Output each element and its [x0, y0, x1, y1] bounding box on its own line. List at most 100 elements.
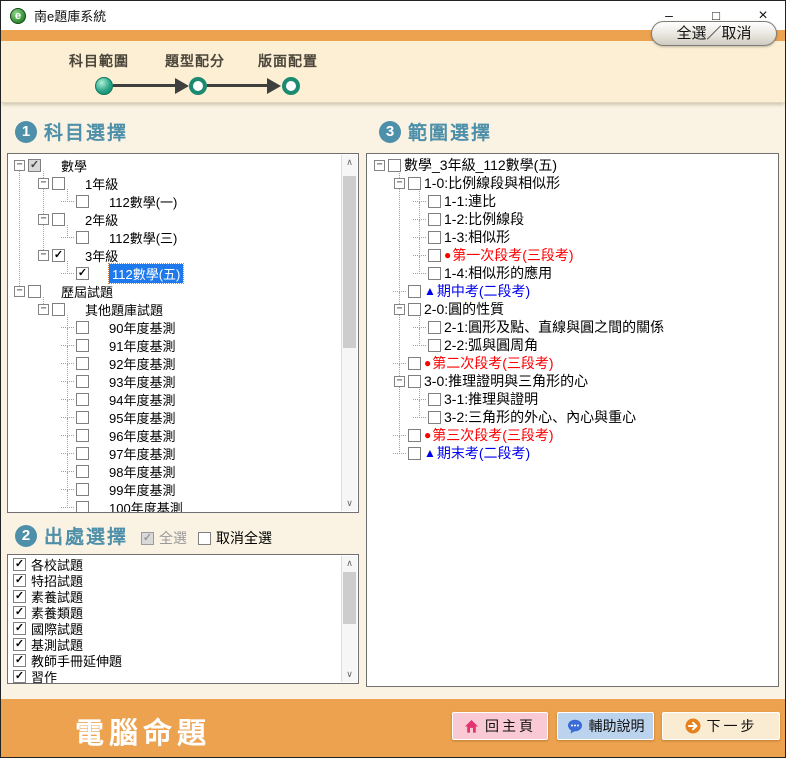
- tree-node-label[interactable]: 91年度基測: [109, 336, 175, 355]
- tree-node-label[interactable]: 2-2:弧與圓周角: [444, 335, 538, 355]
- tree-node[interactable]: −2-0:圓的性質: [367, 300, 778, 318]
- tree-node-checkbox[interactable]: [76, 231, 89, 244]
- tree-node-checkbox[interactable]: [52, 177, 65, 190]
- tree-node-label[interactable]: 112數學(五): [109, 264, 183, 283]
- tree-node-checkbox[interactable]: [76, 411, 89, 424]
- tree-node-text[interactable]: 第三次段考(三段考): [432, 425, 553, 445]
- scroll-down-icon[interactable]: ∨: [342, 496, 357, 511]
- tree-node-text[interactable]: 1年級: [85, 174, 118, 193]
- tree-node-checkbox[interactable]: [428, 195, 441, 208]
- tree-node-text[interactable]: 1-4:相似形的應用: [444, 263, 552, 283]
- tree-node-label[interactable]: ●第三次段考(三段考): [424, 425, 554, 445]
- tree-node[interactable]: 99年度基測: [8, 480, 341, 498]
- tree-node-label[interactable]: 數學: [61, 156, 87, 175]
- tree-node-checkbox[interactable]: [76, 465, 89, 478]
- expand-collapse-icon[interactable]: −: [38, 250, 49, 261]
- tree-node-label[interactable]: 98年度基測: [109, 462, 175, 481]
- tree-node-label[interactable]: 1年級: [85, 174, 118, 193]
- tree-node-label[interactable]: 95年度基測: [109, 408, 175, 427]
- tree-node-checkbox[interactable]: [428, 321, 441, 334]
- tree-node[interactable]: 96年度基測: [8, 426, 341, 444]
- expand-collapse-icon[interactable]: −: [38, 304, 49, 315]
- tree-node-checkbox[interactable]: [428, 393, 441, 406]
- source-item-checkbox[interactable]: ✓: [13, 670, 26, 683]
- tree-node[interactable]: 112數學(一): [8, 192, 341, 210]
- tree-node-label[interactable]: ▲期中考(二段考): [424, 281, 530, 301]
- tree-node[interactable]: 1-3:相似形: [367, 228, 778, 246]
- tree-node-checkbox[interactable]: [408, 177, 421, 190]
- tree-node-checkbox[interactable]: [388, 159, 401, 172]
- tree-node[interactable]: −3-0:推理證明與三角形的心: [367, 372, 778, 390]
- tree-node-checkbox[interactable]: [408, 447, 421, 460]
- tree-node[interactable]: 90年度基測: [8, 318, 341, 336]
- tree-node-text[interactable]: 歷屆試題: [61, 282, 113, 301]
- tree-node-label[interactable]: 94年度基測: [109, 390, 175, 409]
- tree-node[interactable]: 3-1:推理與證明: [367, 390, 778, 408]
- expand-collapse-icon[interactable]: −: [394, 304, 405, 315]
- tree-node[interactable]: 92年度基測: [8, 354, 341, 372]
- tree-node-checkbox[interactable]: [28, 285, 41, 298]
- tree-node[interactable]: ▲期中考(二段考): [367, 282, 778, 300]
- tree-node-checkbox[interactable]: [76, 447, 89, 460]
- tree-node-text[interactable]: 3-2:三角形的外心、內心與重心: [444, 407, 636, 427]
- tree-node[interactable]: 3-2:三角形的外心、內心與重心: [367, 408, 778, 426]
- tree-node-text[interactable]: 3年級: [85, 246, 118, 265]
- tree-node-checkbox[interactable]: [52, 303, 65, 316]
- tree-node-label[interactable]: 1-0:比例線段與相似形: [424, 173, 560, 193]
- tree-node-checkbox[interactable]: [408, 303, 421, 316]
- tree-node-label[interactable]: 3年級: [85, 246, 118, 265]
- tree-node-text[interactable]: 數學: [61, 156, 87, 175]
- tree-node[interactable]: 97年度基測: [8, 444, 341, 462]
- tree-node-text[interactable]: 期中考(二段考): [437, 281, 530, 301]
- tree-node-text[interactable]: 98年度基測: [109, 462, 175, 481]
- tree-node[interactable]: 94年度基測: [8, 390, 341, 408]
- subject-tree-scrollbar[interactable]: ∧ ∨: [341, 155, 357, 511]
- deselect-all-option[interactable]: 取消全選: [196, 528, 272, 548]
- tree-node-checkbox[interactable]: [76, 339, 89, 352]
- tree-node[interactable]: 91年度基測: [8, 336, 341, 354]
- tree-node-label[interactable]: 歷屆試題: [61, 282, 113, 301]
- tree-node[interactable]: −1-0:比例線段與相似形: [367, 174, 778, 192]
- tree-node-checkbox[interactable]: [428, 213, 441, 226]
- source-item-checkbox[interactable]: ✓: [13, 606, 26, 619]
- tree-node-label[interactable]: 3-0:推理證明與三角形的心: [424, 371, 588, 391]
- tree-node-label[interactable]: 1-2:比例線段: [444, 209, 524, 229]
- tree-node[interactable]: −數學_3年級_112數學(五): [367, 156, 778, 174]
- home-button[interactable]: 回主頁: [452, 712, 548, 740]
- tree-node-text[interactable]: 112數學(一): [109, 192, 177, 211]
- source-item-checkbox[interactable]: ✓: [13, 558, 26, 571]
- tree-node-checkbox[interactable]: [76, 483, 89, 496]
- source-item-checkbox[interactable]: ✓: [13, 622, 26, 635]
- tree-node[interactable]: 98年度基測: [8, 462, 341, 480]
- tree-node-text[interactable]: 99年度基測: [109, 480, 175, 499]
- source-list-item[interactable]: ✓習作: [8, 668, 341, 683]
- tree-node-checkbox[interactable]: [408, 357, 421, 370]
- tree-node[interactable]: −1年級: [8, 174, 341, 192]
- tree-node-checkbox[interactable]: ✓: [28, 159, 41, 172]
- deselect-all-checkbox[interactable]: [198, 532, 211, 545]
- scroll-up-icon[interactable]: ∧: [342, 155, 357, 170]
- tree-node-text[interactable]: 1-2:比例線段: [444, 209, 524, 229]
- tree-node-label[interactable]: 97年度基測: [109, 444, 175, 463]
- source-item-checkbox[interactable]: ✓: [13, 590, 26, 603]
- tree-node[interactable]: ●第二次段考(三段考): [367, 354, 778, 372]
- tree-node-label[interactable]: 2-1:圓形及點、直線與圓之間的關係: [444, 317, 664, 337]
- tree-node[interactable]: 95年度基測: [8, 408, 341, 426]
- tree-node-text[interactable]: 96年度基測: [109, 426, 175, 445]
- tree-node-text[interactable]: 數學_3年級_112數學(五): [404, 155, 557, 175]
- tree-node-label[interactable]: 90年度基測: [109, 318, 175, 337]
- tree-node[interactable]: −歷屆試題: [8, 282, 341, 300]
- tree-node[interactable]: 112數學(三): [8, 228, 341, 246]
- tree-node[interactable]: 1-4:相似形的應用: [367, 264, 778, 282]
- tree-node-text[interactable]: 92年度基測: [109, 354, 175, 373]
- tree-node-checkbox[interactable]: [428, 411, 441, 424]
- tree-node-checkbox[interactable]: [428, 339, 441, 352]
- scroll-down-icon[interactable]: ∨: [342, 667, 357, 682]
- tree-node-label[interactable]: 3-2:三角形的外心、內心與重心: [444, 407, 636, 427]
- tree-node-checkbox[interactable]: [76, 375, 89, 388]
- tree-node-checkbox[interactable]: [76, 357, 89, 370]
- tree-node-text[interactable]: 100年度基測: [109, 498, 183, 513]
- tree-node-label[interactable]: 92年度基測: [109, 354, 175, 373]
- tree-node-text[interactable]: 3-1:推理與證明: [444, 389, 538, 409]
- tree-node-checkbox[interactable]: [76, 195, 89, 208]
